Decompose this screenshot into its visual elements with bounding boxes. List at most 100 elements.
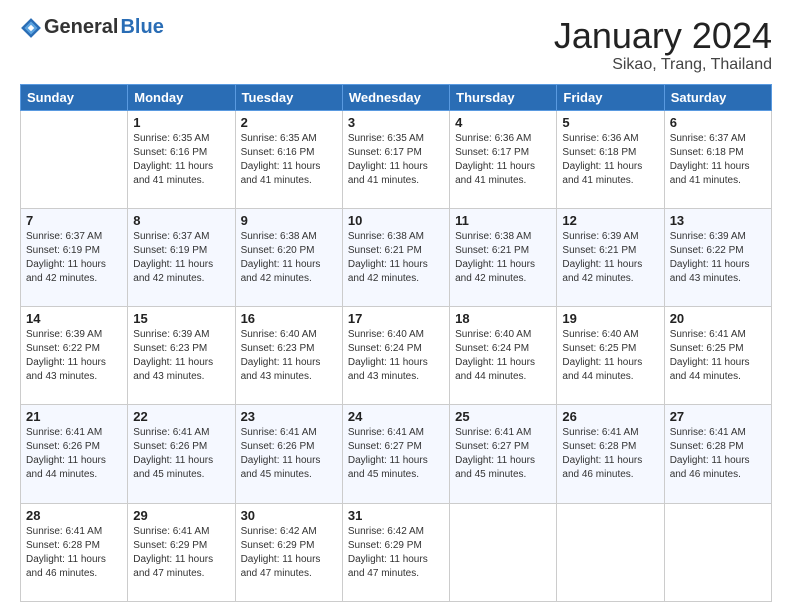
day-number: 15 — [133, 311, 229, 326]
cell-info: Sunrise: 6:39 AMSunset: 6:21 PMDaylight:… — [562, 230, 658, 286]
day-number: 4 — [455, 115, 551, 130]
day-number: 23 — [241, 409, 337, 424]
day-number: 16 — [241, 311, 337, 326]
cell-info: Sunrise: 6:35 AMSunset: 6:16 PMDaylight:… — [241, 132, 337, 188]
day-number: 28 — [26, 508, 122, 523]
day-number: 21 — [26, 409, 122, 424]
calendar-week-row: 7 Sunrise: 6:37 AMSunset: 6:19 PMDaylight… — [21, 208, 772, 306]
table-row: 22 Sunrise: 6:41 AMSunset: 6:26 PMDayligh… — [128, 405, 235, 503]
table-row: 27 Sunrise: 6:41 AMSunset: 6:28 PMDayligh… — [664, 405, 771, 503]
day-number: 13 — [670, 213, 766, 228]
col-saturday: Saturday — [664, 84, 771, 110]
day-number: 3 — [348, 115, 444, 130]
table-row: 8 Sunrise: 6:37 AMSunset: 6:19 PMDaylight… — [128, 208, 235, 306]
table-row — [450, 503, 557, 601]
cell-info: Sunrise: 6:40 AMSunset: 6:25 PMDaylight:… — [562, 328, 658, 384]
table-row: 13Sunrise: 6:39 AMSunset: 6:22 PMDayligh… — [664, 208, 771, 306]
day-number: 20 — [670, 311, 766, 326]
cell-info: Sunrise: 6:40 AMSunset: 6:24 PMDaylight:… — [455, 328, 551, 384]
cell-info: Sunrise: 6:39 AMSunset: 6:23 PMDaylight:… — [133, 328, 229, 384]
cell-info: Sunrise: 6:38 AMSunset: 6:21 PMDaylight:… — [455, 230, 551, 286]
table-row — [664, 503, 771, 601]
month-title: January 2024 — [554, 16, 772, 56]
table-row: 21 Sunrise: 6:41 AMSunset: 6:26 PMDayligh… — [21, 405, 128, 503]
cell-info: Sunrise: 6:41 AMSunset: 6:29 PMDaylight:… — [133, 525, 229, 581]
table-row: 28 Sunrise: 6:41 AMSunset: 6:28 PMDayligh… — [21, 503, 128, 601]
page: General Blue January 2024 Sikao, Trang, … — [0, 0, 792, 612]
table-row: 1 Sunrise: 6:35 AMSunset: 6:16 PMDaylight… — [128, 110, 235, 208]
calendar-table: Sunday Monday Tuesday Wednesday Thursday… — [20, 84, 772, 602]
table-row: 12Sunrise: 6:39 AMSunset: 6:21 PMDayligh… — [557, 208, 664, 306]
day-number: 7 — [26, 213, 122, 228]
col-monday: Monday — [128, 84, 235, 110]
day-number: 19 — [562, 311, 658, 326]
day-number: 6 — [670, 115, 766, 130]
cell-info: Sunrise: 6:38 AMSunset: 6:21 PMDaylight:… — [348, 230, 444, 286]
table-row: 15 Sunrise: 6:39 AMSunset: 6:23 PMDayligh… — [128, 307, 235, 405]
calendar-week-row: 28 Sunrise: 6:41 AMSunset: 6:28 PMDayligh… — [21, 503, 772, 601]
table-row: 26 Sunrise: 6:41 AMSunset: 6:28 PMDayligh… — [557, 405, 664, 503]
table-row: 5Sunrise: 6:36 AMSunset: 6:18 PMDaylight… — [557, 110, 664, 208]
cell-info: Sunrise: 6:36 AMSunset: 6:17 PMDaylight:… — [455, 132, 551, 188]
table-row — [557, 503, 664, 601]
table-row: 30 Sunrise: 6:42 AMSunset: 6:29 PMDayligh… — [235, 503, 342, 601]
cell-info: Sunrise: 6:41 AMSunset: 6:28 PMDaylight:… — [26, 525, 122, 581]
cell-info: Sunrise: 6:37 AMSunset: 6:19 PMDaylight:… — [133, 230, 229, 286]
cell-info: Sunrise: 6:40 AMSunset: 6:23 PMDaylight:… — [241, 328, 337, 384]
cell-info: Sunrise: 6:41 AMSunset: 6:28 PMDaylight:… — [562, 426, 658, 482]
day-number: 25 — [455, 409, 551, 424]
table-row: 25 Sunrise: 6:41 AMSunset: 6:27 PMDayligh… — [450, 405, 557, 503]
cell-info: Sunrise: 6:41 AMSunset: 6:26 PMDaylight:… — [241, 426, 337, 482]
table-row: 3Sunrise: 6:35 AMSunset: 6:17 PMDaylight… — [342, 110, 449, 208]
cell-info: Sunrise: 6:41 AMSunset: 6:27 PMDaylight:… — [455, 426, 551, 482]
table-row: 19 Sunrise: 6:40 AMSunset: 6:25 PMDayligh… — [557, 307, 664, 405]
table-row: 20 Sunrise: 6:41 AMSunset: 6:25 PMDayligh… — [664, 307, 771, 405]
day-number: 1 — [133, 115, 229, 130]
table-row: 4 Sunrise: 6:36 AMSunset: 6:17 PMDaylight… — [450, 110, 557, 208]
logo-blue: Blue — [120, 16, 163, 39]
table-row: 29 Sunrise: 6:41 AMSunset: 6:29 PMDayligh… — [128, 503, 235, 601]
cell-info: Sunrise: 6:36 AMSunset: 6:18 PMDaylight:… — [562, 132, 658, 188]
table-row: 11 Sunrise: 6:38 AMSunset: 6:21 PMDayligh… — [450, 208, 557, 306]
cell-info: Sunrise: 6:41 AMSunset: 6:25 PMDaylight:… — [670, 328, 766, 384]
header: General Blue January 2024 Sikao, Trang, … — [20, 16, 772, 74]
table-row: 6 Sunrise: 6:37 AMSunset: 6:18 PMDaylight… — [664, 110, 771, 208]
day-number: 8 — [133, 213, 229, 228]
table-row: 18Sunrise: 6:40 AMSunset: 6:24 PMDayligh… — [450, 307, 557, 405]
logo-area: General Blue — [20, 16, 164, 39]
col-thursday: Thursday — [450, 84, 557, 110]
cell-info: Sunrise: 6:41 AMSunset: 6:27 PMDaylight:… — [348, 426, 444, 482]
calendar-week-row: 1 Sunrise: 6:35 AMSunset: 6:16 PMDaylight… — [21, 110, 772, 208]
day-number: 14 — [26, 311, 122, 326]
day-number: 30 — [241, 508, 337, 523]
title-area: January 2024 Sikao, Trang, Thailand — [554, 16, 772, 74]
day-number: 11 — [455, 213, 551, 228]
table-row: 7Sunrise: 6:37 AMSunset: 6:19 PMDaylight… — [21, 208, 128, 306]
day-number: 10 — [348, 213, 444, 228]
day-number: 27 — [670, 409, 766, 424]
table-row: 23 Sunrise: 6:41 AMSunset: 6:26 PMDayligh… — [235, 405, 342, 503]
col-wednesday: Wednesday — [342, 84, 449, 110]
cell-info: Sunrise: 6:35 AMSunset: 6:16 PMDaylight:… — [133, 132, 229, 188]
day-number: 24 — [348, 409, 444, 424]
logo-icon — [20, 17, 42, 39]
cell-info: Sunrise: 6:37 AMSunset: 6:18 PMDaylight:… — [670, 132, 766, 188]
cell-info: Sunrise: 6:41 AMSunset: 6:28 PMDaylight:… — [670, 426, 766, 482]
cell-info: Sunrise: 6:41 AMSunset: 6:26 PMDaylight:… — [26, 426, 122, 482]
table-row: 31Sunrise: 6:42 AMSunset: 6:29 PMDayligh… — [342, 503, 449, 601]
day-number: 29 — [133, 508, 229, 523]
table-row: 9Sunrise: 6:38 AMSunset: 6:20 PMDaylight… — [235, 208, 342, 306]
day-number: 17 — [348, 311, 444, 326]
table-row: 24 Sunrise: 6:41 AMSunset: 6:27 PMDayligh… — [342, 405, 449, 503]
calendar-week-row: 21 Sunrise: 6:41 AMSunset: 6:26 PMDayligh… — [21, 405, 772, 503]
cell-info: Sunrise: 6:41 AMSunset: 6:26 PMDaylight:… — [133, 426, 229, 482]
day-number: 9 — [241, 213, 337, 228]
cell-info: Sunrise: 6:42 AMSunset: 6:29 PMDaylight:… — [241, 525, 337, 581]
day-number: 26 — [562, 409, 658, 424]
cell-info: Sunrise: 6:42 AMSunset: 6:29 PMDaylight:… — [348, 525, 444, 581]
calendar-header-row: Sunday Monday Tuesday Wednesday Thursday… — [21, 84, 772, 110]
table-row — [21, 110, 128, 208]
logo-general: General — [44, 16, 118, 39]
day-number: 22 — [133, 409, 229, 424]
col-sunday: Sunday — [21, 84, 128, 110]
